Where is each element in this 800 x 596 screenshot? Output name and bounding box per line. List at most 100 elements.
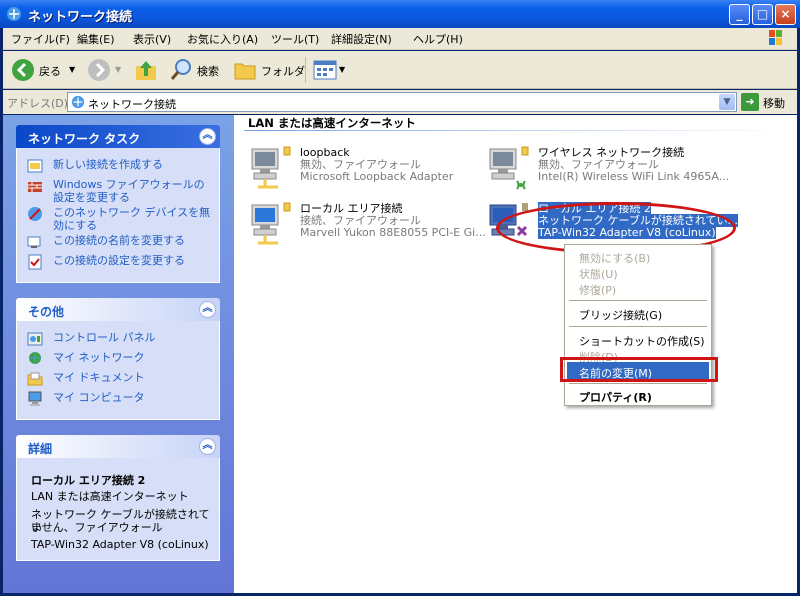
address-bar: アドレス(D) ネットワーク接続 ▼ ➜ 移動 <box>3 90 797 114</box>
maximize-button[interactable]: □ <box>752 4 773 25</box>
address-dropdown-icon[interactable]: ▼ <box>719 94 735 110</box>
connection-wireless[interactable]: ワイヤレス ネットワーク接続 無効、ファイアウォール Intel(R) Wire… <box>486 145 736 195</box>
menu-bridge[interactable]: ブリッジ接続(G) <box>567 304 709 322</box>
task-pane: ネットワーク タスク ︽ 新しい接続を作成する Windows ファイアウォール… <box>3 115 234 593</box>
folder-icon <box>234 63 256 80</box>
window-title: ネットワーク接続 <box>28 10 133 25</box>
menu-separator <box>569 383 707 384</box>
other-places-panel: その他 ︽ コントロール パネル マイ ネットワーク マイ ドキュメント マイ … <box>16 298 220 420</box>
folders-label: フォルダ <box>261 65 305 78</box>
rename-icon <box>27 236 41 248</box>
search-button[interactable]: 検索 <box>169 58 227 82</box>
details-panel: 詳細 ︽ ローカル エリア接続 2 LAN または高速インターネット ネットワー… <box>16 435 220 561</box>
forward-arrow-icon <box>88 59 110 81</box>
back-button[interactable]: 戻る ▼ <box>11 58 81 82</box>
link-label: マイ ドキュメント <box>53 371 145 384</box>
menu-file[interactable]: ファイル(F) <box>11 31 70 47</box>
title-bar[interactable]: ネットワーク接続 _ □ × <box>0 0 800 28</box>
go-arrow-icon: ➜ <box>741 93 759 111</box>
network-connection-icon <box>251 146 291 189</box>
address-input[interactable]: ネットワーク接続 ▼ <box>67 92 737 112</box>
control-panel-icon <box>27 332 43 346</box>
views-icon <box>313 60 337 80</box>
task-label: この接続の設定を変更する <box>53 254 185 267</box>
network-tasks-header[interactable]: ネットワーク タスク ︽ <box>16 125 220 148</box>
network-connections-icon <box>71 95 85 109</box>
minimize-button[interactable]: _ <box>729 4 750 25</box>
go-button[interactable]: ➜ 移動 <box>741 93 795 111</box>
my-computer-icon <box>28 391 42 406</box>
collapse-icon[interactable]: ︽ <box>199 301 216 318</box>
firewall-icon <box>28 182 42 192</box>
task-label: この接続の名前を変更する <box>53 234 185 247</box>
connection-device: Intel(R) Wireless WiFi Link 4965A... <box>538 170 730 183</box>
details-title: 詳細 <box>28 442 53 456</box>
menu-edit[interactable]: 編集(E) <box>77 31 115 47</box>
menu-bar: ファイル(F) 編集(E) 表示(V) お気に入り(A) ツール(T) 詳細設定… <box>3 28 797 50</box>
menu-repair[interactable]: 修復(P) <box>567 279 709 297</box>
toolbar-separator <box>305 57 306 83</box>
address-label: アドレス(D) <box>7 97 69 110</box>
connection-local-area[interactable]: ローカル エリア接続 接続、ファイアウォール Marvell Yukon 88E… <box>248 201 498 251</box>
network-tasks-body: 新しい接続を作成する Windows ファイアウォールの設定を変更する このネッ… <box>16 148 220 283</box>
search-icon <box>170 59 191 80</box>
network-connections-icon <box>7 7 21 21</box>
other-places-body: コントロール パネル マイ ネットワーク マイ ドキュメント マイ コンピュータ <box>16 321 220 420</box>
collapse-icon[interactable]: ︽ <box>199 438 216 455</box>
up-folder-icon <box>136 61 156 80</box>
up-folder-button[interactable] <box>134 58 160 82</box>
connection-loopback[interactable]: loopback 無効、ファイアウォール Microsoft Loopback … <box>248 145 498 195</box>
link-label: マイ ネットワーク <box>53 351 145 364</box>
details-body: ローカル エリア接続 2 LAN または高速インターネット ネットワーク ケーブ… <box>16 458 220 561</box>
windows-logo-icon <box>769 30 782 45</box>
other-places-title: その他 <box>28 305 65 319</box>
new-connection-icon <box>27 159 43 173</box>
forward-button[interactable]: ▼ <box>87 58 127 82</box>
menu-separator <box>569 300 707 301</box>
network-connection-icon <box>251 202 291 245</box>
my-network-icon <box>29 352 41 364</box>
menu-help[interactable]: ヘルプ(H) <box>413 31 463 47</box>
menu-properties[interactable]: プロパティ(R) <box>567 386 709 404</box>
network-tasks-title: ネットワーク タスク <box>28 132 141 146</box>
group-title: LAN または高速インターネット <box>248 116 416 130</box>
task-label: 新しい接続を作成する <box>53 158 163 171</box>
go-label: 移動 <box>763 97 785 110</box>
folders-button[interactable]: フォルダ <box>233 58 305 82</box>
other-places-header[interactable]: その他 ︽ <box>16 298 220 321</box>
network-tasks-panel: ネットワーク タスク ︽ 新しい接続を作成する Windows ファイアウォール… <box>16 125 220 283</box>
task-label: このネットワーク デバイスを無効にする <box>53 206 211 232</box>
link-label: コントロール パネル <box>53 331 156 344</box>
views-dropdown-icon[interactable]: ▼ <box>339 65 345 74</box>
task-label: Windows ファイアウォールの設定を変更する <box>53 178 205 204</box>
toolbar: 戻る ▼ ▼ 検索 フォルダ ▼ <box>3 51 797 89</box>
menu-separator <box>569 326 707 327</box>
forward-dropdown-icon[interactable]: ▼ <box>115 65 121 74</box>
menu-tools[interactable]: ツール(T) <box>271 31 319 47</box>
settings-icon <box>28 254 42 270</box>
details-type: LAN または高速インターネット <box>31 490 189 503</box>
connection-device: Marvell Yukon 88E8055 PCI-E Gi... <box>300 226 486 239</box>
address-value: ネットワーク接続 <box>88 98 176 111</box>
disable-device-icon <box>28 207 42 221</box>
details-name: ローカル エリア接続 2 <box>31 474 146 487</box>
link-label: マイ コンピュータ <box>53 391 145 404</box>
explorer-window: ネットワーク接続 _ □ × ファイル(F) 編集(E) 表示(V) お気に入り… <box>0 0 800 596</box>
close-button[interactable]: × <box>775 4 796 25</box>
views-button[interactable]: ▼ <box>313 58 347 82</box>
back-arrow-icon <box>12 59 34 81</box>
back-label: 戻る <box>39 65 61 78</box>
collapse-icon[interactable]: ︽ <box>199 128 216 145</box>
details-status-line2: ません、ファイアウォール <box>31 521 163 534</box>
connection-device: Microsoft Loopback Adapter <box>300 170 454 183</box>
details-header[interactable]: 詳細 ︽ <box>16 435 220 458</box>
back-dropdown-icon[interactable]: ▼ <box>69 65 75 74</box>
menu-advanced[interactable]: 詳細設定(N) <box>331 31 392 47</box>
details-adapter: TAP-Win32 Adapter V8 (coLinux) <box>31 538 209 551</box>
menu-view[interactable]: 表示(V) <box>133 31 171 47</box>
search-label: 検索 <box>197 65 219 78</box>
menu-favorites[interactable]: お気に入り(A) <box>187 31 258 47</box>
wireless-connection-icon <box>489 146 529 190</box>
my-documents-icon <box>27 372 43 386</box>
group-divider <box>244 130 789 131</box>
